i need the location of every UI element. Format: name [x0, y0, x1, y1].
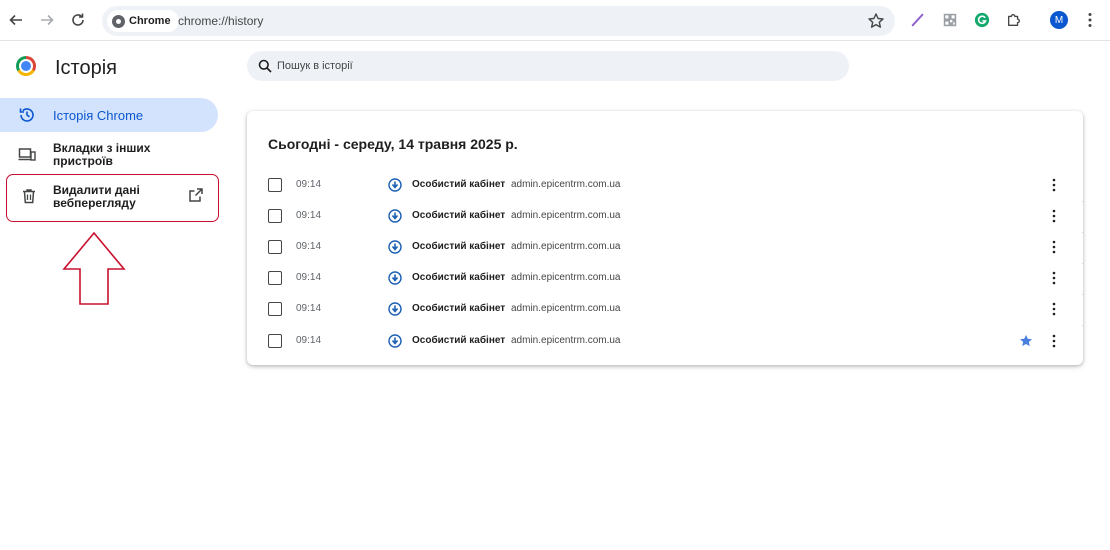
- page-domain: admin.epicentrm.com.ua: [511, 210, 621, 221]
- sidebar-item-label-line1: Вкладки з інших: [53, 141, 151, 155]
- chrome-logo-icon: [112, 14, 125, 28]
- more-actions-icon[interactable]: [1048, 178, 1060, 192]
- history-row[interactable]: 09:14 Особистий кабінет admin.epicentrm.…: [247, 294, 1084, 326]
- row-checkbox[interactable]: [268, 209, 282, 223]
- search-icon: [258, 59, 272, 73]
- chrome-logo-icon: [16, 56, 36, 76]
- visit-time: 09:14: [296, 303, 322, 314]
- date-heading: Сьогодні - середу, 14 травня 2025 р.: [268, 136, 518, 152]
- browser-menu-icon[interactable]: [1083, 12, 1097, 28]
- site-favicon-icon: [388, 178, 402, 192]
- page-title-link[interactable]: Особистий кабінет: [412, 241, 505, 252]
- row-checkbox[interactable]: [268, 334, 282, 348]
- sidebar-item-label-line1: Видалити дані: [53, 183, 140, 197]
- search-input[interactable]: [277, 51, 837, 81]
- row-checkbox[interactable]: [268, 302, 282, 316]
- visit-time: 09:14: [296, 210, 322, 221]
- reload-icon: [72, 13, 84, 26]
- page-domain: admin.epicentrm.com.ua: [511, 335, 621, 346]
- address-bar[interactable]: Chrome chrome://history: [102, 6, 895, 36]
- browser-toolbar: Chrome chrome://history M: [0, 0, 1110, 41]
- visit-time: 09:14: [296, 272, 322, 283]
- history-row[interactable]: 09:14 Особистий кабінет admin.epicentrm.…: [247, 201, 1084, 233]
- site-favicon-icon: [388, 302, 402, 316]
- site-favicon-icon: [388, 240, 402, 254]
- row-checkbox[interactable]: [268, 240, 282, 254]
- bookmark-star-icon[interactable]: [867, 12, 885, 30]
- arrow-right-icon: [41, 14, 54, 26]
- site-info-chip[interactable]: Chrome: [107, 10, 179, 32]
- sidebar-item-label-line2: пристроїв: [53, 154, 113, 168]
- history-row[interactable]: 09:14 Особистий кабінет admin.epicentrm.…: [247, 170, 1084, 202]
- sidebar-item-chrome-history[interactable]: Історія Chrome: [0, 98, 218, 132]
- trash-icon: [23, 189, 35, 204]
- page-domain: admin.epicentrm.com.ua: [511, 272, 621, 283]
- arrow-left-icon: [9, 14, 22, 26]
- back-button[interactable]: [4, 8, 28, 32]
- history-card: Сьогодні - середу, 14 травня 2025 р. 09:…: [247, 111, 1084, 365]
- history-brand: [16, 56, 36, 76]
- more-actions-icon[interactable]: [1048, 271, 1060, 285]
- page-title: Історія: [55, 57, 118, 79]
- grammarly-icon[interactable]: [973, 11, 991, 29]
- row-checkbox[interactable]: [268, 271, 282, 285]
- more-actions-icon[interactable]: [1048, 334, 1060, 348]
- qr-extension-icon[interactable]: [941, 11, 959, 29]
- sidebar-item-label: Історія Chrome: [53, 108, 144, 123]
- row-checkbox[interactable]: [268, 178, 282, 192]
- site-favicon-icon: [388, 334, 402, 348]
- devices-icon: [18, 148, 36, 161]
- history-search-box[interactable]: [247, 51, 849, 81]
- visit-time: 09:14: [296, 241, 322, 252]
- extensions-puzzle-icon[interactable]: [1005, 11, 1023, 29]
- page-title-link[interactable]: Особистий кабінет: [412, 272, 505, 283]
- visit-time: 09:14: [296, 179, 322, 190]
- more-actions-icon[interactable]: [1048, 209, 1060, 223]
- page-title-link[interactable]: Особистий кабінет: [412, 210, 505, 221]
- history-row[interactable]: 09:14 Особистий кабінет admin.epicentrm.…: [247, 232, 1084, 264]
- forward-button[interactable]: [35, 8, 59, 32]
- site-favicon-icon: [388, 271, 402, 285]
- page-domain: admin.epicentrm.com.ua: [511, 241, 621, 252]
- sidebar-item-tabs-other-devices[interactable]: Вкладки з інших пристроїв: [0, 140, 218, 170]
- profile-avatar[interactable]: M: [1050, 11, 1068, 29]
- page-domain: admin.epicentrm.com.ua: [511, 179, 621, 190]
- visit-time: 09:14: [296, 335, 322, 346]
- sidebar-item-clear-browsing-data[interactable]: Видалити дані вебперегляду: [6, 174, 219, 222]
- site-favicon-icon: [388, 209, 402, 223]
- annotation-arrow-up-icon: [62, 232, 126, 305]
- page-title-link[interactable]: Особистий кабінет: [412, 335, 505, 346]
- page-title-link[interactable]: Особистий кабінет: [412, 303, 505, 314]
- reload-button[interactable]: [66, 8, 90, 32]
- page-title-link[interactable]: Особистий кабінет: [412, 179, 505, 190]
- bookmarked-star-icon[interactable]: [1019, 334, 1033, 348]
- open-in-new-icon: [189, 188, 203, 202]
- more-actions-icon[interactable]: [1048, 302, 1060, 316]
- history-row[interactable]: 09:14 Особистий кабінет admin.epicentrm.…: [247, 263, 1084, 295]
- pen-extension-icon[interactable]: [909, 11, 927, 29]
- history-icon: [19, 108, 34, 122]
- chip-label: Chrome: [129, 15, 171, 27]
- more-actions-icon[interactable]: [1048, 240, 1060, 254]
- url-text[interactable]: chrome://history: [178, 14, 263, 28]
- page-domain: admin.epicentrm.com.ua: [511, 303, 621, 314]
- sidebar-item-label-line2: вебперегляду: [53, 196, 136, 210]
- history-row[interactable]: 09:14 Особистий кабінет admin.epicentrm.…: [247, 326, 1083, 357]
